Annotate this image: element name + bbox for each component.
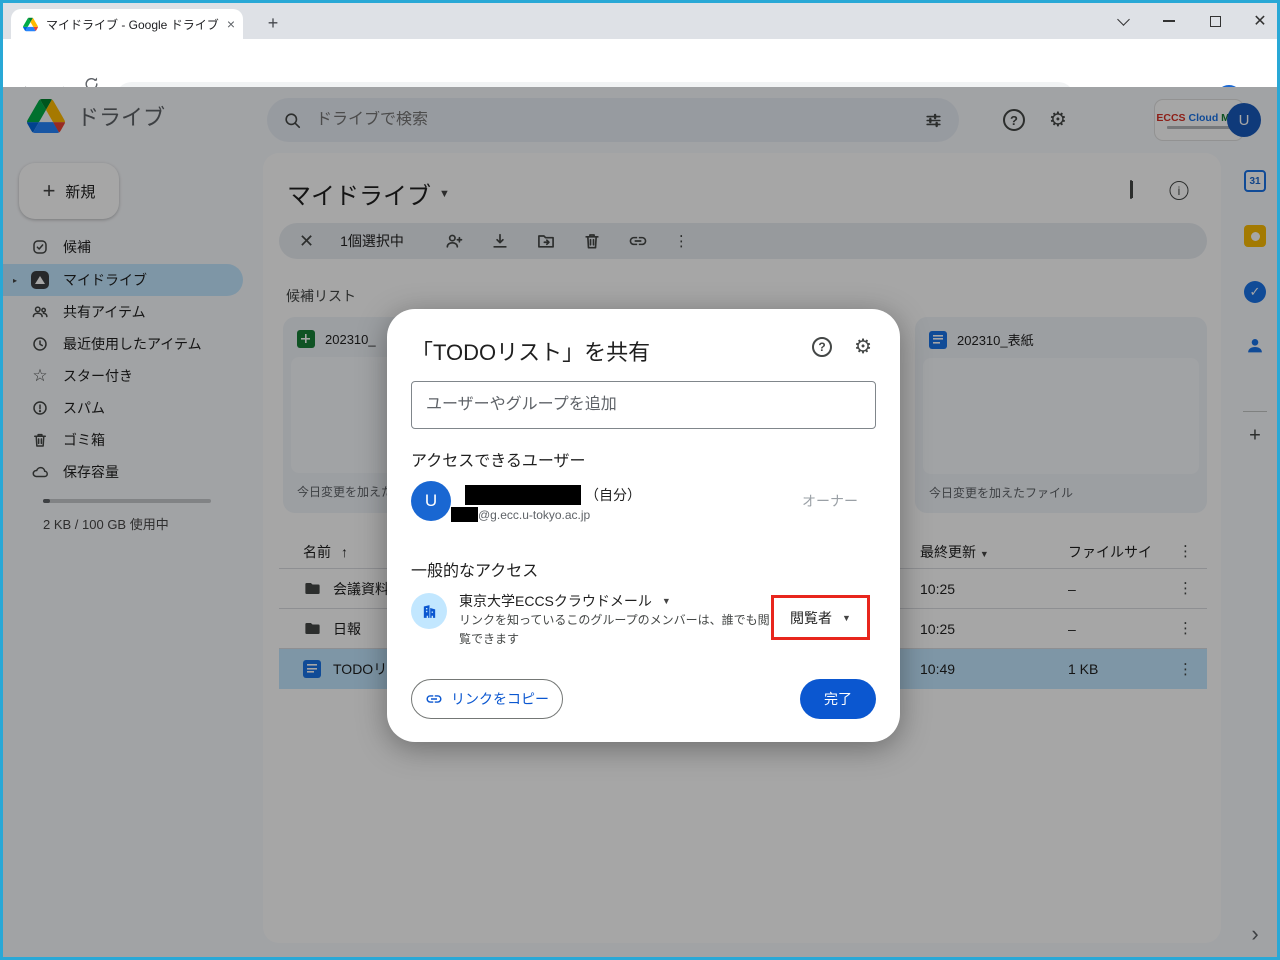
new-tab-button[interactable]: +	[259, 9, 287, 37]
role-value: 閲覧者	[790, 609, 833, 626]
owner-email: @g.ecc.u-tokyo.ac.jp	[451, 507, 590, 522]
group-description: リンクを知っているこのグループのメンバーは、誰でも閲覧できます	[459, 613, 770, 646]
group-name: 東京大学ECCSクラウドメール	[459, 593, 652, 609]
tab-close-icon[interactable]: ×	[227, 16, 235, 32]
dialog-settings-icon[interactable]: ⚙	[854, 337, 872, 357]
screen: マイドライブ - Google ドライブ × + ✕ ← → drive.goo…	[0, 0, 1280, 960]
share-dialog: 「TODOリスト」を共有 ? ⚙ アクセスできるユーザー U （自分） @g.e…	[387, 309, 900, 742]
link-icon	[426, 695, 442, 703]
group-avatar	[411, 593, 447, 629]
drive-favicon	[23, 17, 38, 31]
window-minimize-button[interactable]	[1155, 3, 1183, 39]
building-icon	[423, 604, 435, 618]
tab-title: マイドライブ - Google ドライブ	[46, 17, 219, 32]
done-button[interactable]: 完了	[800, 679, 876, 719]
dialog-title: 「TODOリスト」を共有	[411, 340, 651, 365]
redacted-name	[465, 485, 581, 505]
owner-avatar: U	[411, 481, 451, 521]
role-dropdown-highlighted[interactable]: 閲覧者 ▼	[771, 595, 870, 640]
redacted-email	[451, 507, 478, 522]
role-caret-icon: ▼	[842, 612, 851, 623]
browser-tab[interactable]: マイドライブ - Google ドライブ ×	[11, 9, 243, 39]
copy-link-label: リンクをコピー	[451, 691, 549, 707]
group-caret-icon: ▼	[661, 596, 671, 606]
browser-titlebar: マイドライブ - Google ドライブ × + ✕	[3, 3, 1277, 39]
window-menu-icon[interactable]	[1109, 3, 1137, 39]
drive-page: ドライブ ? ⚙ ECCS Cloud Mail U + 新規 候補	[3, 87, 1277, 957]
browser-toolbar: ← → drive.google.com/drive/my-drive ☆ U …	[3, 39, 1277, 116]
window-close-button[interactable]: ✕	[1246, 3, 1274, 39]
dialog-help-icon[interactable]: ?	[812, 337, 833, 357]
copy-link-button[interactable]: リンクをコピー	[411, 679, 563, 719]
add-people-input[interactable]	[411, 381, 876, 429]
general-access-label: 一般的なアクセス	[411, 563, 539, 580]
owner-role: オーナー	[802, 493, 858, 509]
window-maximize-button[interactable]	[1201, 3, 1229, 39]
group-access-selector[interactable]: 東京大学ECCSクラウドメール ▼	[459, 591, 671, 611]
owner-name: （自分）	[465, 485, 641, 505]
people-section-label: アクセスできるユーザー	[411, 453, 586, 470]
